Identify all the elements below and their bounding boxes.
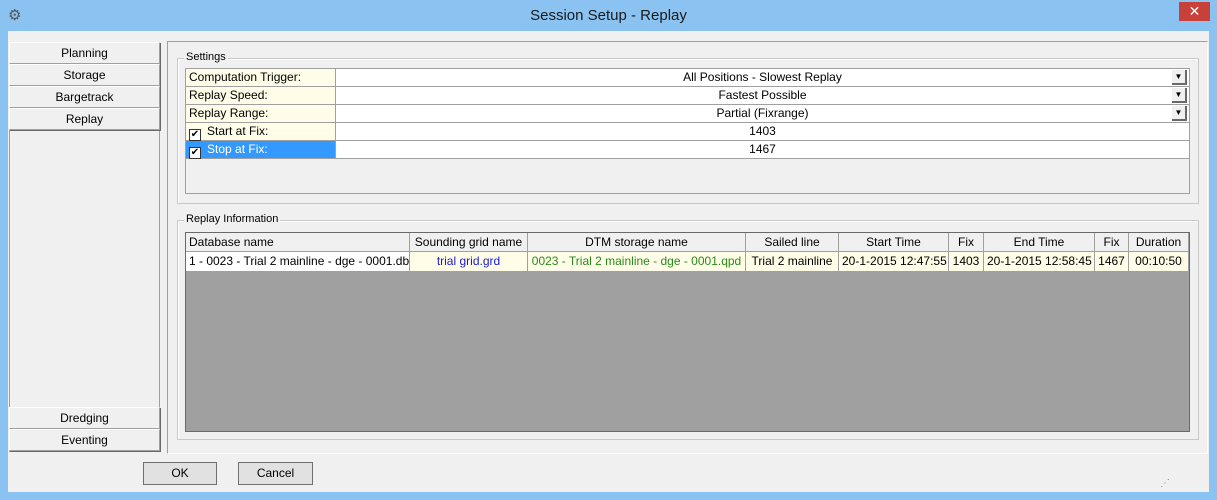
setting-value: All Positions - Slowest Replay bbox=[683, 70, 842, 84]
column-header[interactable]: End Time bbox=[984, 233, 1095, 252]
nav-replay[interactable]: Replay bbox=[9, 108, 160, 130]
computation-trigger-select[interactable]: All Positions - Slowest Replay ▼ bbox=[336, 69, 1189, 86]
table-cell[interactable]: 0023 - Trial 2 mainline - dge - 0001.qpd bbox=[528, 252, 746, 272]
table-cell[interactable]: trial grid.grd bbox=[410, 252, 528, 272]
setting-stop-at-fix: ✔ Stop at Fix: 1467 bbox=[186, 141, 1189, 159]
setting-label: Replay Speed: bbox=[186, 87, 336, 104]
column-header[interactable]: Start Time bbox=[839, 233, 949, 252]
settings-group-label: Settings bbox=[184, 51, 228, 63]
setting-label-text: Start at Fix: bbox=[207, 124, 269, 138]
setting-replay-speed: Replay Speed: Fastest Possible ▼ bbox=[186, 87, 1189, 105]
setting-label-text: Stop at Fix: bbox=[207, 142, 268, 156]
stop-at-fix-input[interactable]: 1467 bbox=[336, 141, 1189, 158]
column-header[interactable]: Database name bbox=[186, 233, 410, 252]
table-cell[interactable]: 20-1-2015 12:47:55 bbox=[839, 252, 949, 272]
nav-bargetrack[interactable]: Bargetrack bbox=[9, 86, 160, 108]
replay-range-select[interactable]: Partial (Fixrange) ▼ bbox=[336, 105, 1189, 122]
table-cell[interactable]: 1467 bbox=[1095, 252, 1129, 272]
replay-info-table[interactable]: Database name Sounding grid name DTM sto… bbox=[185, 232, 1190, 432]
column-header[interactable]: Duration bbox=[1129, 233, 1189, 252]
close-button[interactable]: ✕ bbox=[1179, 2, 1210, 21]
column-header[interactable]: Sailed line bbox=[746, 233, 839, 252]
cancel-button[interactable]: Cancel bbox=[238, 462, 313, 485]
nav-eventing[interactable]: Eventing bbox=[9, 429, 160, 451]
nav-storage[interactable]: Storage bbox=[9, 64, 160, 86]
start-at-fix-checkbox[interactable]: ✔ bbox=[189, 129, 201, 141]
table-cell[interactable]: Trial 2 mainline bbox=[746, 252, 839, 272]
table-cell[interactable]: 1 - 0023 - Trial 2 mainline - dge - 0001… bbox=[186, 252, 410, 272]
setting-start-at-fix: ✔ Start at Fix: 1403 bbox=[186, 123, 1189, 141]
column-header[interactable]: Fix bbox=[949, 233, 984, 252]
window-title: Session Setup - Replay bbox=[530, 7, 687, 24]
column-header[interactable]: Sounding grid name bbox=[410, 233, 528, 252]
setting-label: Computation Trigger: bbox=[186, 69, 336, 86]
table-cell[interactable]: 1403 bbox=[949, 252, 984, 272]
column-header[interactable]: Fix bbox=[1095, 233, 1129, 252]
replay-speed-select[interactable]: Fastest Possible ▼ bbox=[336, 87, 1189, 104]
setting-replay-range: Replay Range: Partial (Fixrange) ▼ bbox=[186, 105, 1189, 123]
chevron-down-icon[interactable]: ▼ bbox=[1172, 88, 1187, 103]
chevron-down-icon[interactable]: ▼ bbox=[1172, 106, 1187, 121]
ok-button[interactable]: OK bbox=[143, 462, 217, 485]
resize-grip-icon[interactable]: ⋰ bbox=[1160, 478, 1170, 489]
table-cell[interactable]: 00:10:50 bbox=[1129, 252, 1189, 272]
setting-computation-trigger: Computation Trigger: All Positions - Slo… bbox=[186, 69, 1189, 87]
setting-value: Partial (Fixrange) bbox=[716, 106, 809, 120]
nav-dredging[interactable]: Dredging bbox=[9, 407, 160, 429]
start-at-fix-input[interactable]: 1403 bbox=[336, 123, 1189, 140]
stop-at-fix-checkbox[interactable]: ✔ bbox=[189, 147, 201, 159]
nav-planning[interactable]: Planning bbox=[9, 42, 160, 64]
setting-label: Replay Range: bbox=[186, 105, 336, 122]
setting-value: Fastest Possible bbox=[718, 88, 807, 102]
replay-info-group-label: Replay Information bbox=[184, 213, 281, 225]
setting-label: ✔ Stop at Fix: bbox=[186, 141, 336, 159]
setting-label: ✔ Start at Fix: bbox=[186, 123, 336, 141]
table-cell[interactable]: 20-1-2015 12:58:45 bbox=[984, 252, 1095, 272]
settings-grid: Computation Trigger: All Positions - Slo… bbox=[185, 68, 1190, 194]
column-header[interactable]: DTM storage name bbox=[528, 233, 746, 252]
chevron-down-icon[interactable]: ▼ bbox=[1172, 70, 1187, 85]
